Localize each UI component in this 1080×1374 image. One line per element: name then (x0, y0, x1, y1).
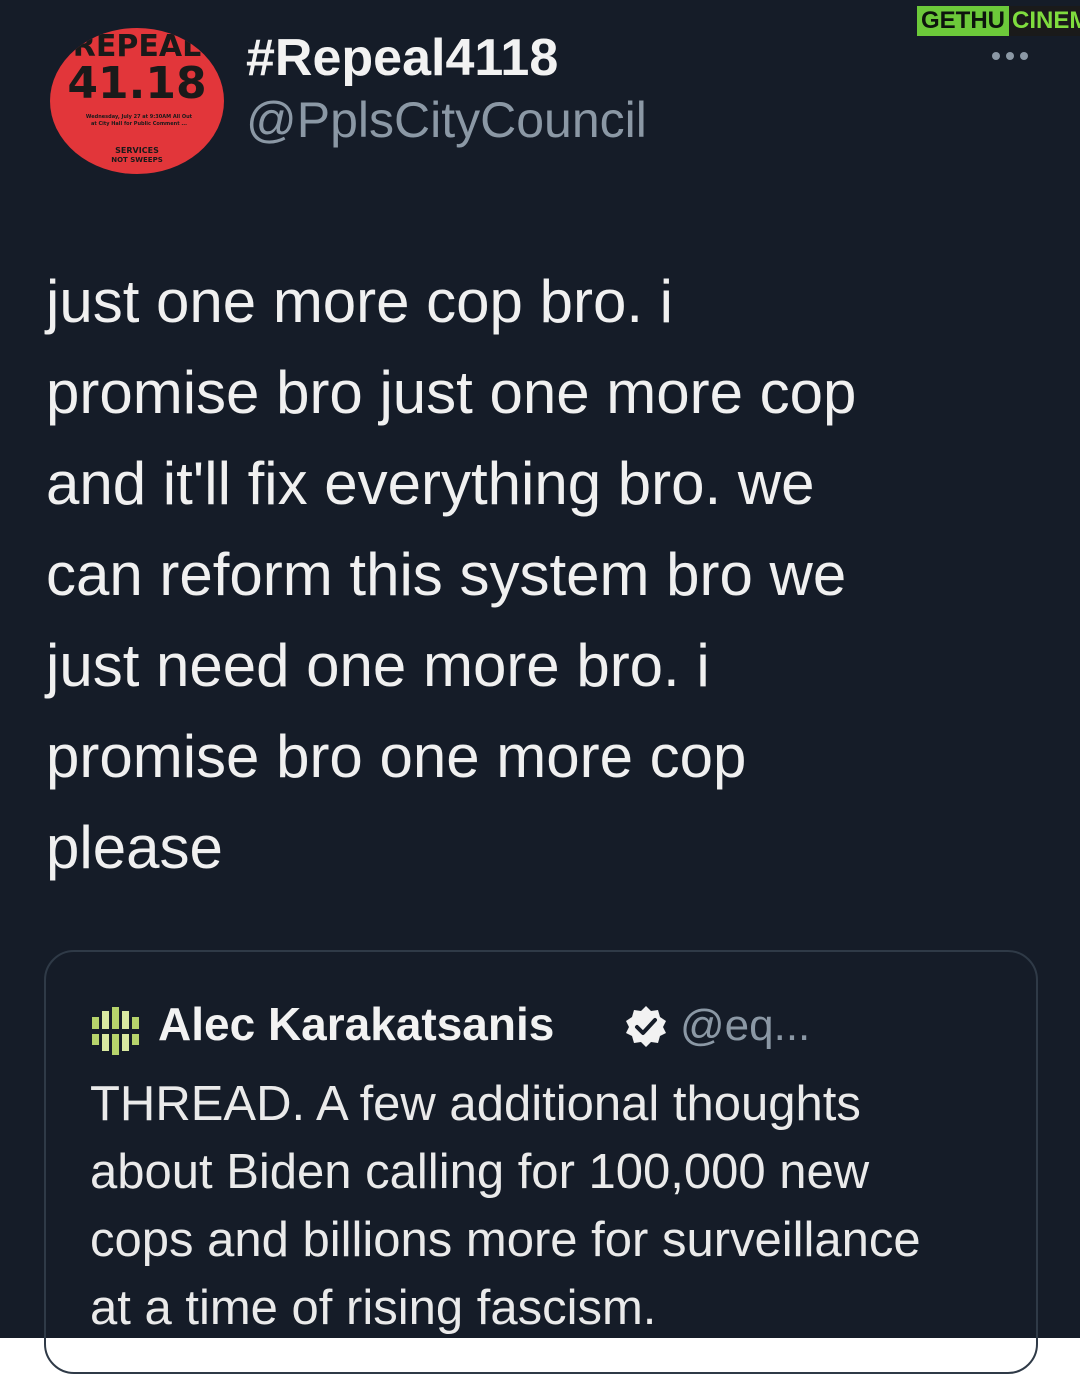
quoted-author-avatar[interactable] (90, 1007, 146, 1055)
avatar-text-details: Wednesday, July 27 at 9:30AM All Out at … (85, 114, 193, 127)
avatar-text-number: 41.18 (67, 58, 207, 109)
avatar-text-services: SERVICES (115, 146, 159, 155)
user-handle[interactable]: @PplsCityCouncil (246, 90, 647, 150)
tweet-card[interactable]: REPEAL 41.18 Wednesday, July 27 at 9:30A… (0, 0, 1080, 1374)
watermark-logo: GETHU CINEMA (917, 6, 1080, 36)
verified-badge-icon (624, 1004, 668, 1048)
tweet-text: just one more cop bro. i promise bro jus… (46, 268, 857, 881)
watermark-part-1: GETHU (917, 6, 1009, 36)
quoted-tweet-text: THREAD. A few additional thoughts about … (90, 1077, 921, 1335)
avatar-text-sweeps: NOT SWEEPS (111, 156, 163, 164)
quoted-tweet[interactable]: Alec Karakatsanis @eq... THREAD. A few a… (44, 950, 1038, 1374)
more-options-icon[interactable] (990, 44, 1034, 68)
display-name[interactable]: #Repeal4118 (246, 26, 558, 90)
quoted-author-handle[interactable]: @eq... (680, 996, 810, 1056)
profile-avatar[interactable]: REPEAL 41.18 Wednesday, July 27 at 9:30A… (50, 28, 224, 174)
quoted-author-name[interactable]: Alec Karakatsanis (158, 994, 554, 1054)
watermark-part-2: CINEMA (1009, 6, 1080, 36)
